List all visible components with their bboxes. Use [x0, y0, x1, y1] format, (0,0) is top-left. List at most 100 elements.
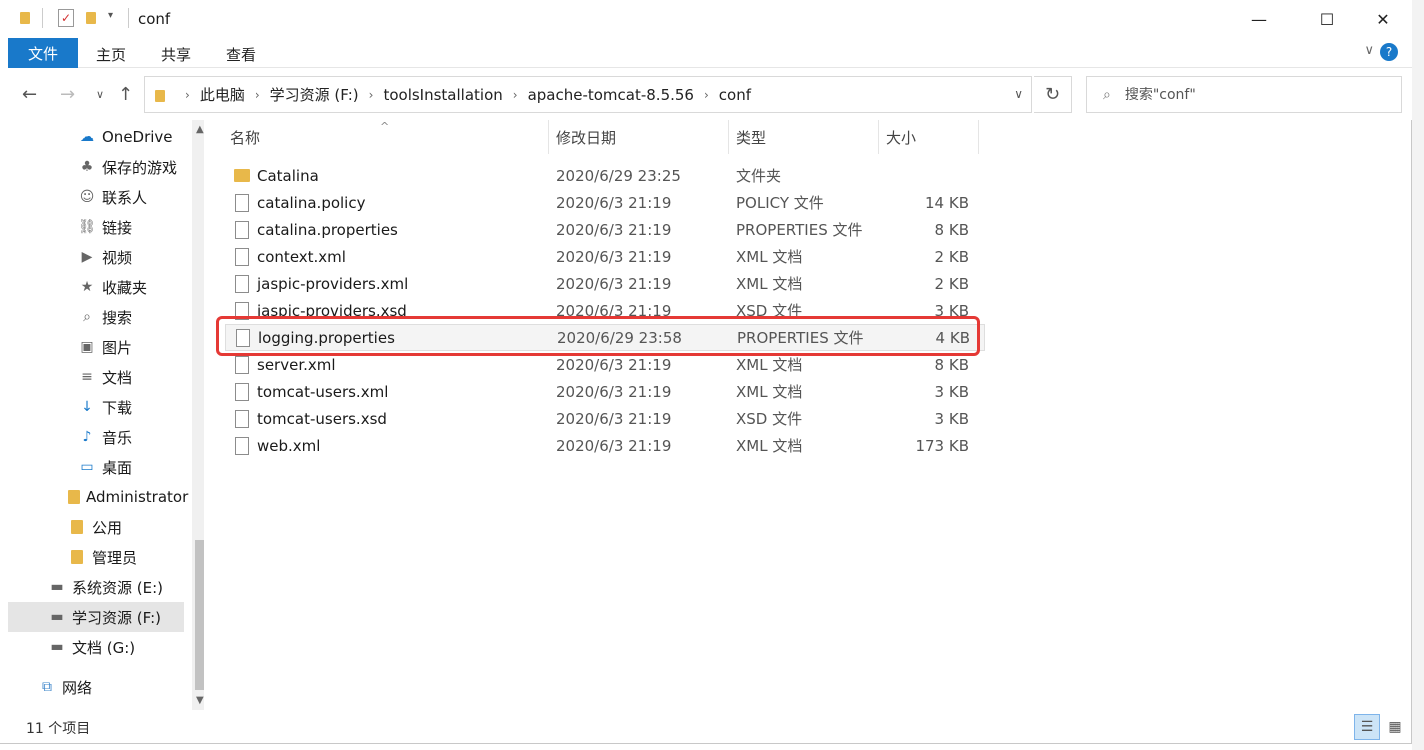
help-icon[interactable]: ?: [1380, 43, 1398, 61]
breadcrumb-tomcat[interactable]: apache-tomcat-8.5.56: [528, 86, 694, 104]
customize-dropdown-icon[interactable]: ▾: [108, 10, 113, 21]
file-date: 2020/6/3 21:19: [556, 220, 672, 239]
properties-check-icon[interactable]: ✓: [58, 9, 74, 27]
nav-item[interactable]: ▣ 图片: [8, 332, 184, 362]
breadcrumb-separator-icon[interactable]: ›: [704, 88, 709, 102]
file-type: XML 文档: [736, 437, 803, 455]
file-row[interactable]: context.xml 2020/6/3 21:19 XML 文档 2 KB: [225, 243, 985, 270]
breadcrumb-separator-icon[interactable]: ›: [255, 88, 260, 102]
file-row[interactable]: tomcat-users.xsd 2020/6/3 21:19 XSD 文件 3 KB: [225, 405, 985, 432]
file-date: 2020/6/3 21:19: [556, 409, 672, 428]
nav-item[interactable]: ▭ 桌面: [8, 452, 184, 482]
folder-icon: [68, 548, 86, 566]
tab-home[interactable]: 主页: [96, 44, 126, 65]
breadcrumb-separator-icon[interactable]: ›: [513, 88, 518, 102]
documents-icon: ≡: [81, 369, 93, 385]
expand-ribbon-icon[interactable]: ∨: [1364, 43, 1374, 58]
breadcrumb-this-pc[interactable]: 此电脑: [200, 84, 245, 105]
tab-view[interactable]: 查看: [226, 44, 256, 65]
search-input[interactable]: [1124, 86, 1365, 103]
breadcrumb-tools[interactable]: toolsInstallation: [383, 86, 502, 104]
file-type: 文件夹: [736, 167, 782, 185]
breadcrumb-separator-icon[interactable]: ›: [369, 88, 374, 102]
column-header-size[interactable]: 大小: [886, 120, 916, 154]
nav-item[interactable]: ★ 收藏夹: [8, 272, 184, 302]
scroll-up-icon[interactable]: ▲: [196, 124, 204, 135]
nav-item-label: 收藏夹: [102, 278, 148, 297]
breadcrumb-drive[interactable]: 学习资源 (F:): [270, 84, 359, 105]
nav-item[interactable]: ♣ 保存的游戏: [8, 152, 184, 182]
nav-item[interactable]: Administrator: [8, 482, 188, 512]
nav-item[interactable]: ⌕ 搜索: [8, 302, 184, 332]
column-divider[interactable]: [548, 120, 549, 154]
close-button[interactable]: ✕: [1354, 0, 1412, 38]
nav-item[interactable]: ▬ 学习资源 (F:): [8, 602, 184, 632]
back-button[interactable]: ←: [22, 84, 37, 105]
nav-item[interactable]: ♪ 音乐: [8, 422, 184, 452]
file-row[interactable]: catalina.policy 2020/6/3 21:19 POLICY 文件 14…: [225, 189, 985, 216]
column-divider[interactable]: [878, 120, 879, 154]
large-icons-view-icon[interactable]: ▦: [1382, 714, 1408, 740]
up-button[interactable]: ↑: [118, 84, 133, 105]
nav-item[interactable]: ☺ 联系人: [8, 182, 184, 212]
file-size: 14 KB: [925, 193, 969, 212]
nav-item[interactable]: ⧉ 网络: [8, 672, 184, 702]
nav-item[interactable]: ☁ OneDrive: [8, 122, 184, 152]
nav-item-label: 文档 (G:): [72, 638, 136, 657]
column-divider[interactable]: [978, 120, 979, 154]
folder-icon: [234, 169, 250, 182]
details-view-icon[interactable]: ☰: [1354, 714, 1380, 740]
file-size: 173 KB: [915, 436, 969, 455]
file-row[interactable]: tomcat-users.xml 2020/6/3 21:19 XML 文档 3 KB: [225, 378, 985, 405]
quick-access-folder-icon[interactable]: [18, 10, 32, 24]
nav-item[interactable]: ↓ 下载: [8, 392, 184, 422]
breadcrumb-separator-icon[interactable]: ›: [185, 88, 190, 102]
address-dropdown-icon[interactable]: ∨: [1014, 87, 1023, 101]
file-row[interactable]: Catalina 2020/6/29 23:25 文件夹: [225, 162, 985, 189]
nav-item-label: 学习资源 (F:): [72, 608, 161, 627]
tab-share[interactable]: 共享: [161, 44, 191, 65]
tab-file[interactable]: 文件: [8, 38, 78, 68]
column-header-type[interactable]: 类型: [736, 120, 766, 154]
address-bar[interactable]: › 此电脑 › 学习资源 (F:) › toolsInstallation › …: [144, 76, 1032, 113]
recent-locations-icon[interactable]: ∨: [96, 88, 104, 101]
file-size: 8 KB: [934, 220, 969, 239]
minimize-button[interactable]: —: [1230, 0, 1288, 38]
file-row[interactable]: catalina.properties 2020/6/3 21:19 PROPERT…: [225, 216, 985, 243]
nav-item[interactable]: ▬ 系统资源 (E:): [8, 572, 184, 602]
new-folder-icon[interactable]: [84, 10, 98, 24]
nav-item[interactable]: 管理员: [8, 542, 184, 572]
file-name: web.xml: [257, 436, 321, 455]
nav-item-label: 音乐: [102, 428, 133, 447]
scroll-thumb[interactable]: [195, 540, 204, 690]
cloud-icon: ☁: [80, 129, 94, 145]
column-divider[interactable]: [728, 120, 729, 154]
file-size: 8 KB: [934, 355, 969, 374]
file-list: 名称 ^ 修改日期 类型 大小 Catalina 2020/6/29 23:25 文…: [210, 120, 1410, 710]
games-icon: ♣: [80, 159, 94, 175]
forward-button[interactable]: →: [60, 84, 75, 105]
nav-item[interactable]: ▬ 文档 (G:): [8, 632, 184, 662]
nav-scrollbar[interactable]: ▲ ▼: [192, 120, 204, 710]
column-header-date[interactable]: 修改日期: [556, 120, 616, 154]
maximize-button[interactable]: ☐: [1298, 0, 1356, 38]
window-title: conf: [138, 10, 171, 28]
file-icon: [235, 409, 249, 428]
search-box[interactable]: ⌕: [1086, 76, 1402, 113]
file-row[interactable]: web.xml 2020/6/3 21:19 XML 文档 173 KB: [225, 432, 985, 459]
file-name: catalina.properties: [257, 220, 398, 239]
nav-item[interactable]: ⛓ 链接: [8, 212, 184, 242]
nav-item-label: 图片: [102, 338, 133, 357]
nav-item[interactable]: 公用: [8, 512, 184, 542]
scroll-down-icon[interactable]: ▼: [196, 695, 204, 706]
nav-item-label: 公用: [92, 518, 123, 537]
refresh-button[interactable]: ↻: [1034, 76, 1072, 113]
breadcrumb-conf[interactable]: conf: [719, 86, 751, 104]
nav-item[interactable]: ▶ 视频: [8, 242, 184, 272]
nav-item-label: 保存的游戏: [102, 158, 178, 177]
file-icon: [235, 382, 249, 401]
column-header-name[interactable]: 名称: [230, 120, 260, 154]
file-row[interactable]: jaspic-providers.xml 2020/6/3 21:19 XML 文档…: [225, 270, 985, 297]
nav-item[interactable]: ≡ 文档: [8, 362, 184, 392]
file-icon: [235, 436, 249, 455]
